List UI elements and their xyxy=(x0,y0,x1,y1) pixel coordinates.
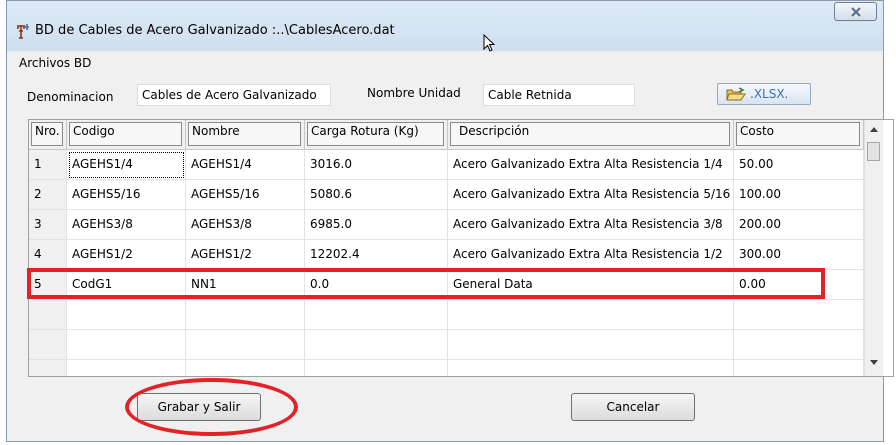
cell-nombre[interactable]: AGEHS1/4 xyxy=(186,150,305,180)
nombre-unidad-label: Nombre Unidad xyxy=(367,86,461,100)
header-carga-rotura[interactable]: Carga Rotura (Kg) xyxy=(305,120,448,150)
empty-row[interactable] xyxy=(29,300,864,330)
title-bar: BD de Cables de Acero Galvanizado :..\Ca… xyxy=(7,1,883,51)
cell-carga[interactable]: 12202.4 xyxy=(305,240,448,270)
cell-empty[interactable] xyxy=(448,300,734,330)
row-number: 3 xyxy=(29,210,67,240)
table-row[interactable]: 2 AGEHS5/16 AGEHS5/16 5080.6 Acero Galva… xyxy=(29,180,864,210)
cell-costo[interactable]: 200.00 xyxy=(734,210,864,240)
data-grid: Nro. Codigo Nombre Carga Rotura (Kg) Des… xyxy=(28,119,894,377)
cell-empty[interactable] xyxy=(305,330,448,360)
row-number xyxy=(29,360,67,376)
row-number: 4 xyxy=(29,240,67,270)
cell-empty[interactable] xyxy=(448,360,734,376)
cell-descripcion[interactable]: Acero Galvanizado Extra Alta Resistencia… xyxy=(448,150,734,180)
table-row[interactable]: 4 AGEHS1/2 AGEHS1/2 12202.4 Acero Galvan… xyxy=(29,240,864,270)
cell-costo[interactable]: 50.00 xyxy=(734,150,864,180)
cell-empty[interactable] xyxy=(448,330,734,360)
open-folder-icon xyxy=(726,87,746,101)
cell-nombre[interactable]: AGEHS1/2 xyxy=(186,240,305,270)
cell-empty[interactable] xyxy=(186,330,305,360)
header-nombre[interactable]: Nombre xyxy=(186,120,305,150)
cell-empty[interactable] xyxy=(186,300,305,330)
cell-codigo[interactable]: AGEHS5/16 xyxy=(67,180,186,210)
grid-header: Nro. Codigo Nombre Carga Rotura (Kg) Des… xyxy=(29,120,864,150)
table-row[interactable]: 3 AGEHS3/8 AGEHS3/8 6985.0 Acero Galvani… xyxy=(29,210,864,240)
header-nro[interactable]: Nro. xyxy=(29,120,67,150)
cell-nombre[interactable]: AGEHS3/8 xyxy=(186,210,305,240)
cell-carga[interactable]: 6985.0 xyxy=(305,210,448,240)
table-row[interactable]: 1 AGEHS1/4 AGEHS1/4 3016.0 Acero Galvani… xyxy=(29,150,864,180)
cell-empty[interactable] xyxy=(734,300,864,330)
empty-row[interactable] xyxy=(29,360,864,376)
annotation-highlight-rectangle xyxy=(27,268,825,299)
cell-empty[interactable] xyxy=(67,360,186,376)
scroll-down-arrow-icon[interactable] xyxy=(870,360,878,365)
denominacion-field[interactable]: Cables de Acero Galvanizado xyxy=(137,84,331,106)
cell-empty[interactable] xyxy=(186,360,305,376)
row-number xyxy=(29,330,67,360)
cell-codigo[interactable]: AGEHS1/4 xyxy=(67,150,186,180)
cell-descripcion[interactable]: Acero Galvanizado Extra Alta Resistencia… xyxy=(448,240,734,270)
vertical-scrollbar[interactable] xyxy=(864,120,883,376)
mouse-cursor-icon xyxy=(483,34,496,52)
app-tower-icon xyxy=(17,24,29,39)
row-number: 2 xyxy=(29,180,67,210)
export-xlsx-label: .XLSX. xyxy=(750,87,789,101)
annotation-circle xyxy=(125,378,298,436)
cell-codigo[interactable]: AGEHS1/2 xyxy=(67,240,186,270)
cell-codigo[interactable]: AGEHS3/8 xyxy=(67,210,186,240)
menu-archivos-bd[interactable]: Archivos BD xyxy=(19,56,91,70)
cell-empty[interactable] xyxy=(305,300,448,330)
cell-empty[interactable] xyxy=(67,300,186,330)
header-codigo[interactable]: Codigo xyxy=(67,120,186,150)
header-costo[interactable]: Costo xyxy=(734,120,864,150)
cell-costo[interactable]: 300.00 xyxy=(734,240,864,270)
header-descripcion[interactable]: Descripción xyxy=(448,120,734,150)
cell-descripcion[interactable]: Acero Galvanizado Extra Alta Resistencia… xyxy=(448,210,734,240)
scroll-thumb[interactable] xyxy=(867,142,880,161)
cell-nombre[interactable]: AGEHS5/16 xyxy=(186,180,305,210)
cell-carga[interactable]: 3016.0 xyxy=(305,150,448,180)
cell-empty[interactable] xyxy=(734,360,864,376)
close-button[interactable] xyxy=(834,2,877,21)
cell-empty[interactable] xyxy=(305,360,448,376)
cell-empty[interactable] xyxy=(734,330,864,360)
export-xlsx-button[interactable]: .XLSX. xyxy=(717,83,811,105)
close-x-icon xyxy=(851,7,861,17)
scroll-up-arrow-icon[interactable] xyxy=(870,127,878,132)
empty-row[interactable] xyxy=(29,330,864,360)
cell-empty[interactable] xyxy=(67,330,186,360)
cancelar-button[interactable]: Cancelar xyxy=(571,393,695,421)
row-number xyxy=(29,300,67,330)
menu-bar: Archivos BD xyxy=(11,53,879,73)
row-number: 1 xyxy=(29,150,67,180)
window-title: BD de Cables de Acero Galvanizado :..\Ca… xyxy=(35,23,395,38)
denominacion-label: Denominacion xyxy=(27,90,114,104)
cell-descripcion[interactable]: Acero Galvanizado Extra Alta Resistencia… xyxy=(448,180,734,210)
nombre-unidad-field[interactable]: Cable Retnida xyxy=(483,84,635,106)
cell-costo[interactable]: 100.00 xyxy=(734,180,864,210)
dialog-window: BD de Cables de Acero Galvanizado :..\Ca… xyxy=(6,0,894,442)
cell-carga[interactable]: 5080.6 xyxy=(305,180,448,210)
